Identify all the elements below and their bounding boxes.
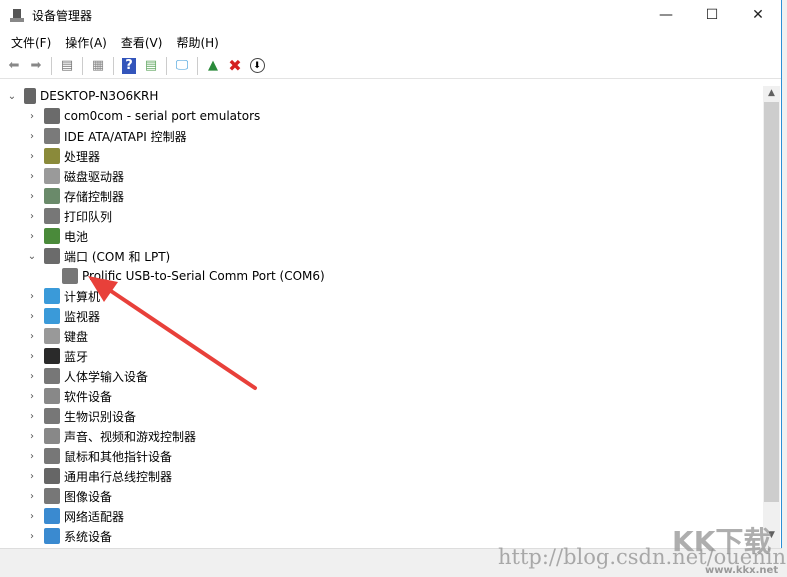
red-arrow-annotation: [88, 276, 257, 390]
site-watermark: www.kkx.net: [705, 565, 779, 576]
